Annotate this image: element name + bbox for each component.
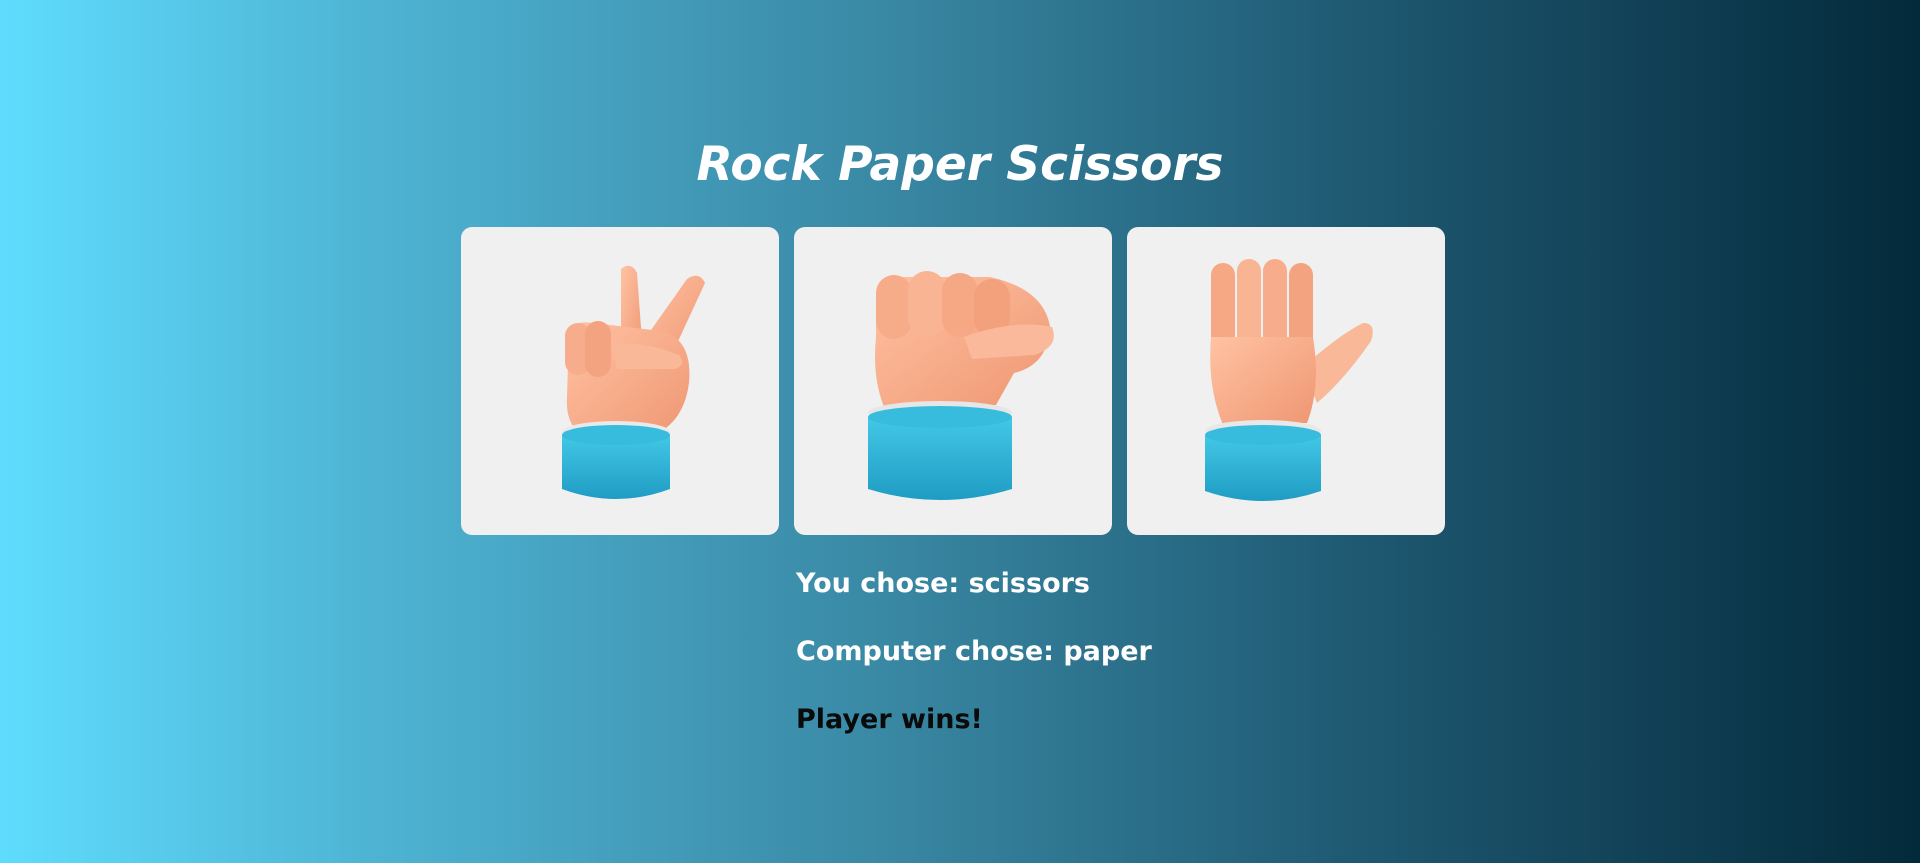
outcome-text: Player wins! xyxy=(796,704,983,735)
choice-options xyxy=(461,227,1445,535)
computer-choice-text: Computer chose: paper xyxy=(796,636,1152,667)
hand-open-palm-icon xyxy=(1205,259,1373,501)
game-title: Rock Paper Scissors xyxy=(696,137,1224,192)
hand-peace-sign-icon xyxy=(562,265,705,499)
choice-scissors-button[interactable] xyxy=(461,227,779,535)
choice-paper-button[interactable] xyxy=(1127,227,1445,535)
choice-rock-button[interactable] xyxy=(794,227,1112,535)
hand-fist-icon xyxy=(868,271,1054,500)
result-panel: You chose: scissors Computer chose: pape… xyxy=(796,566,1396,770)
player-choice-text: You chose: scissors xyxy=(796,568,1091,599)
